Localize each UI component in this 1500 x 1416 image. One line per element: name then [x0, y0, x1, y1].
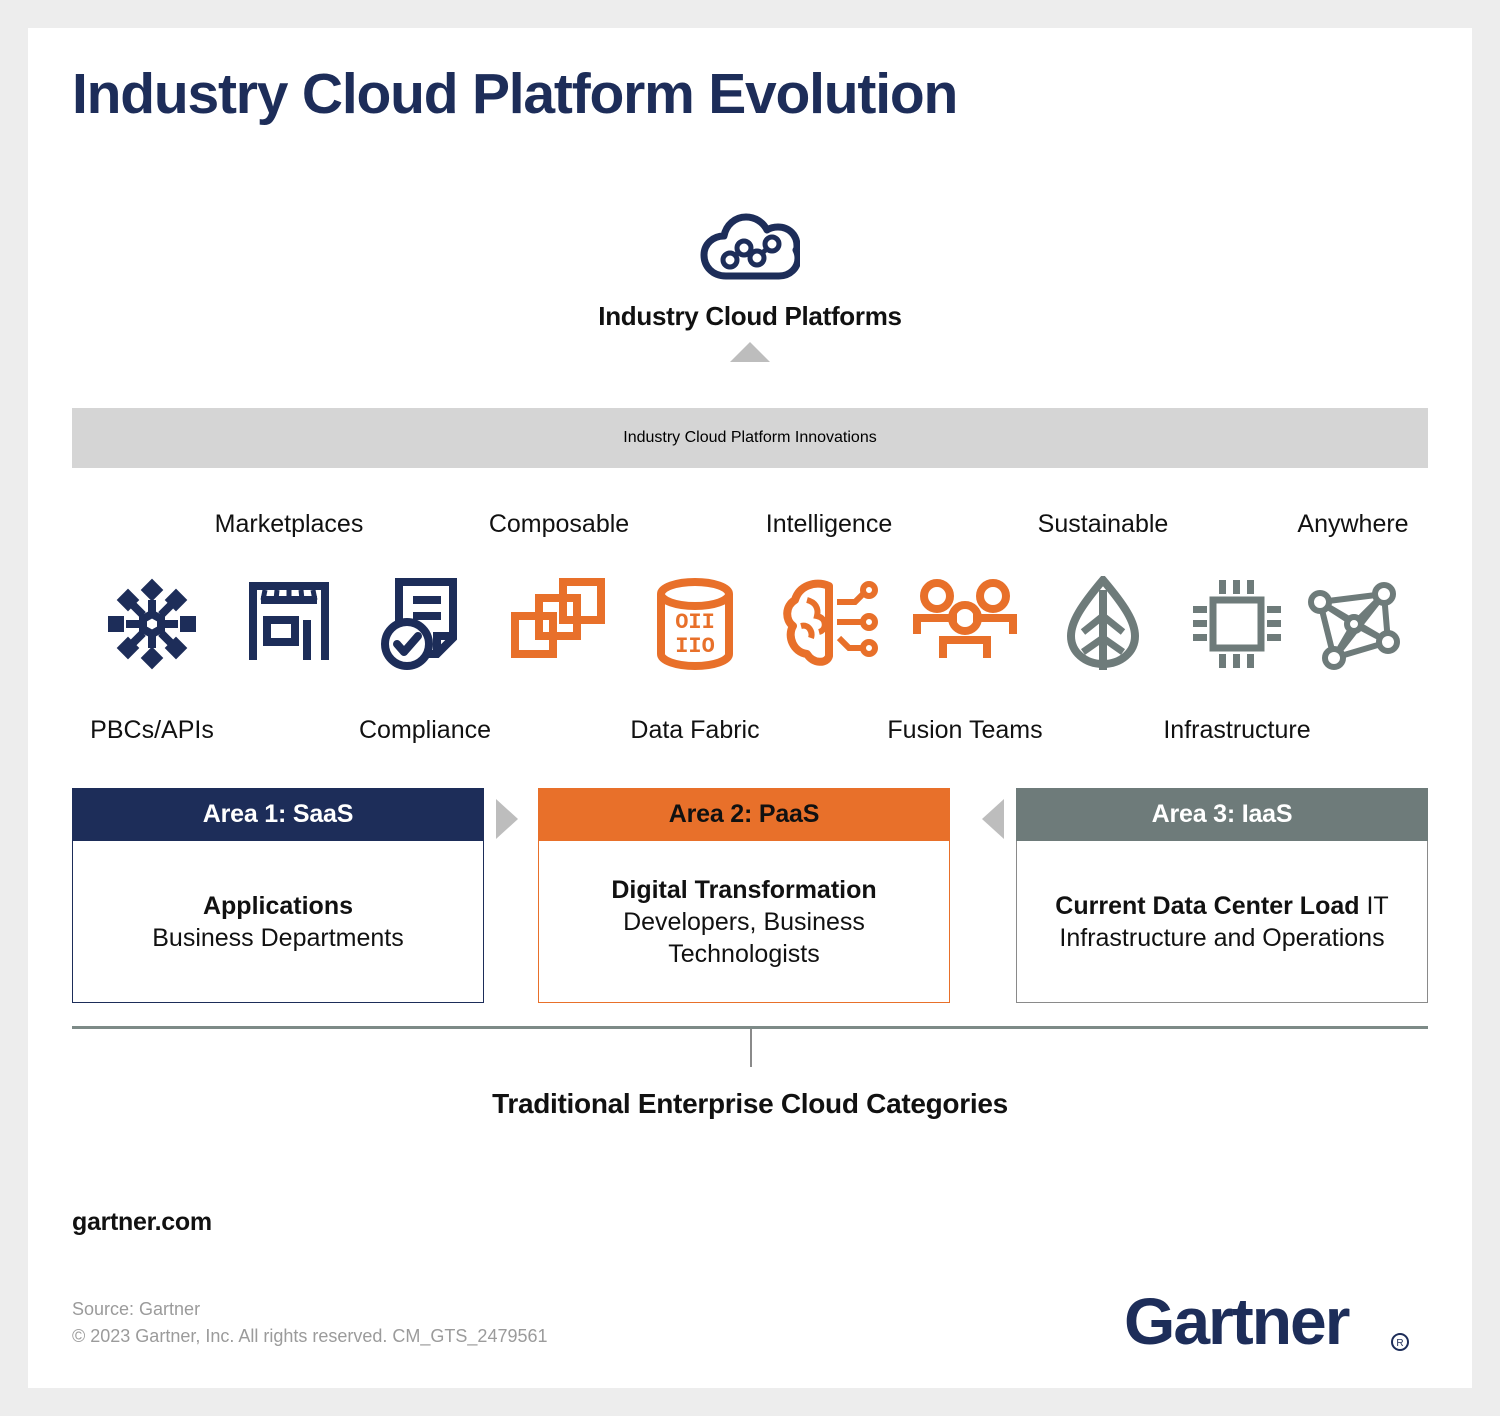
leaf-icon [1065, 573, 1141, 672]
innovations-band: Industry Cloud Platform Innovations [72, 408, 1428, 468]
bracket-label: Traditional Enterprise Cloud Categories [492, 1088, 1008, 1119]
innovation-bottom-label: PBCs/APIs [90, 716, 214, 744]
up-triangle-connector [730, 342, 770, 362]
page-title: Industry Cloud Platform Evolution [72, 62, 958, 126]
svg-text:Gartner: Gartner [1124, 1286, 1350, 1358]
area-body: Applications Business Departments [72, 841, 484, 1003]
area-body-text: Developers, Business Technologists [623, 907, 865, 968]
arrow-left-icon [982, 799, 1004, 839]
cloud-areas-row: Area 1: SaaS Applications Business Depar… [72, 788, 1428, 1003]
innovation-top-label: Marketplaces [214, 510, 364, 538]
innovation-top-label: Anywhere [1297, 510, 1409, 538]
gartner-logo: Gartner R [1124, 1284, 1424, 1366]
innovation-bottom-label: Fusion Teams [887, 716, 1043, 744]
cpu-chip-icon [1189, 576, 1285, 672]
traditional-categories-bracket: Traditional Enterprise Cloud Categories [72, 1026, 1428, 1136]
area-header: Area 3: IaaS [1016, 788, 1428, 841]
innovation-bottom-label: Infrastructure [1163, 716, 1311, 744]
area-header: Area 1: SaaS [72, 788, 484, 841]
bracket-stem [750, 1029, 752, 1067]
svg-text:R: R [1396, 1338, 1403, 1349]
brain-circuit-icon [779, 576, 879, 668]
innovation-bottom-label: Compliance [358, 716, 492, 744]
area-card-saas[interactable]: Area 1: SaaS Applications Business Depar… [72, 788, 484, 1003]
people-group-icon [913, 576, 1017, 664]
svg-text:OII: OII [675, 610, 715, 635]
storefront-icon [241, 576, 337, 666]
database-binary-icon: OII IIO [653, 576, 737, 672]
cloud-network-icon [700, 208, 802, 284]
stacked-squares-icon [509, 576, 609, 660]
network-mesh-icon [1304, 576, 1402, 672]
gartner-site-link[interactable]: gartner.com [72, 1208, 212, 1237]
arrow-right-icon [496, 799, 518, 839]
innovation-top-label: Sustainable [1037, 510, 1169, 538]
infographic-card: Industry Cloud Platform Evolution Indust… [28, 28, 1472, 1388]
area-body-bold: Digital Transformation [611, 875, 877, 904]
source-line: Source: Gartner [72, 1299, 201, 1319]
hub-spoke-api-icon [104, 576, 200, 672]
area-card-paas[interactable]: Area 2: PaaS Digital Transformation Deve… [538, 788, 950, 1003]
innovation-top-label: Composable [488, 510, 630, 538]
area-body: Current Data Center Load IT Infrastructu… [1016, 841, 1428, 1003]
area-body-text: Business Departments [152, 923, 404, 952]
innovations-band-label: Industry Cloud Platform Innovations [623, 429, 877, 446]
area-body-bold: Applications [202, 891, 353, 920]
area-header: Area 2: PaaS [538, 788, 950, 841]
innovation-bottom-label: Data Fabric [630, 716, 760, 744]
innovation-top-label: Intelligence [765, 510, 893, 538]
svg-text:IIO: IIO [675, 634, 715, 659]
copyright-line: © 2023 Gartner, Inc. All rights reserved… [72, 1326, 548, 1346]
area-body-bold: Current Data Center Load [1055, 891, 1360, 920]
industry-cloud-platforms-block: Industry Cloud Platforms [28, 208, 1472, 362]
area-card-iaas[interactable]: Area 3: IaaS Current Data Center Load IT… [1016, 788, 1428, 1003]
innovations-icon-strip: PBCs/APIs Marketplaces Compliance Compos… [72, 498, 1428, 788]
cloud-caption: Industry Cloud Platforms [598, 301, 902, 331]
source-attribution: Source: Gartner © 2023 Gartner, Inc. All… [72, 1296, 548, 1350]
document-check-icon [379, 576, 471, 672]
area-body: Digital Transformation Developers, Busin… [538, 841, 950, 1003]
